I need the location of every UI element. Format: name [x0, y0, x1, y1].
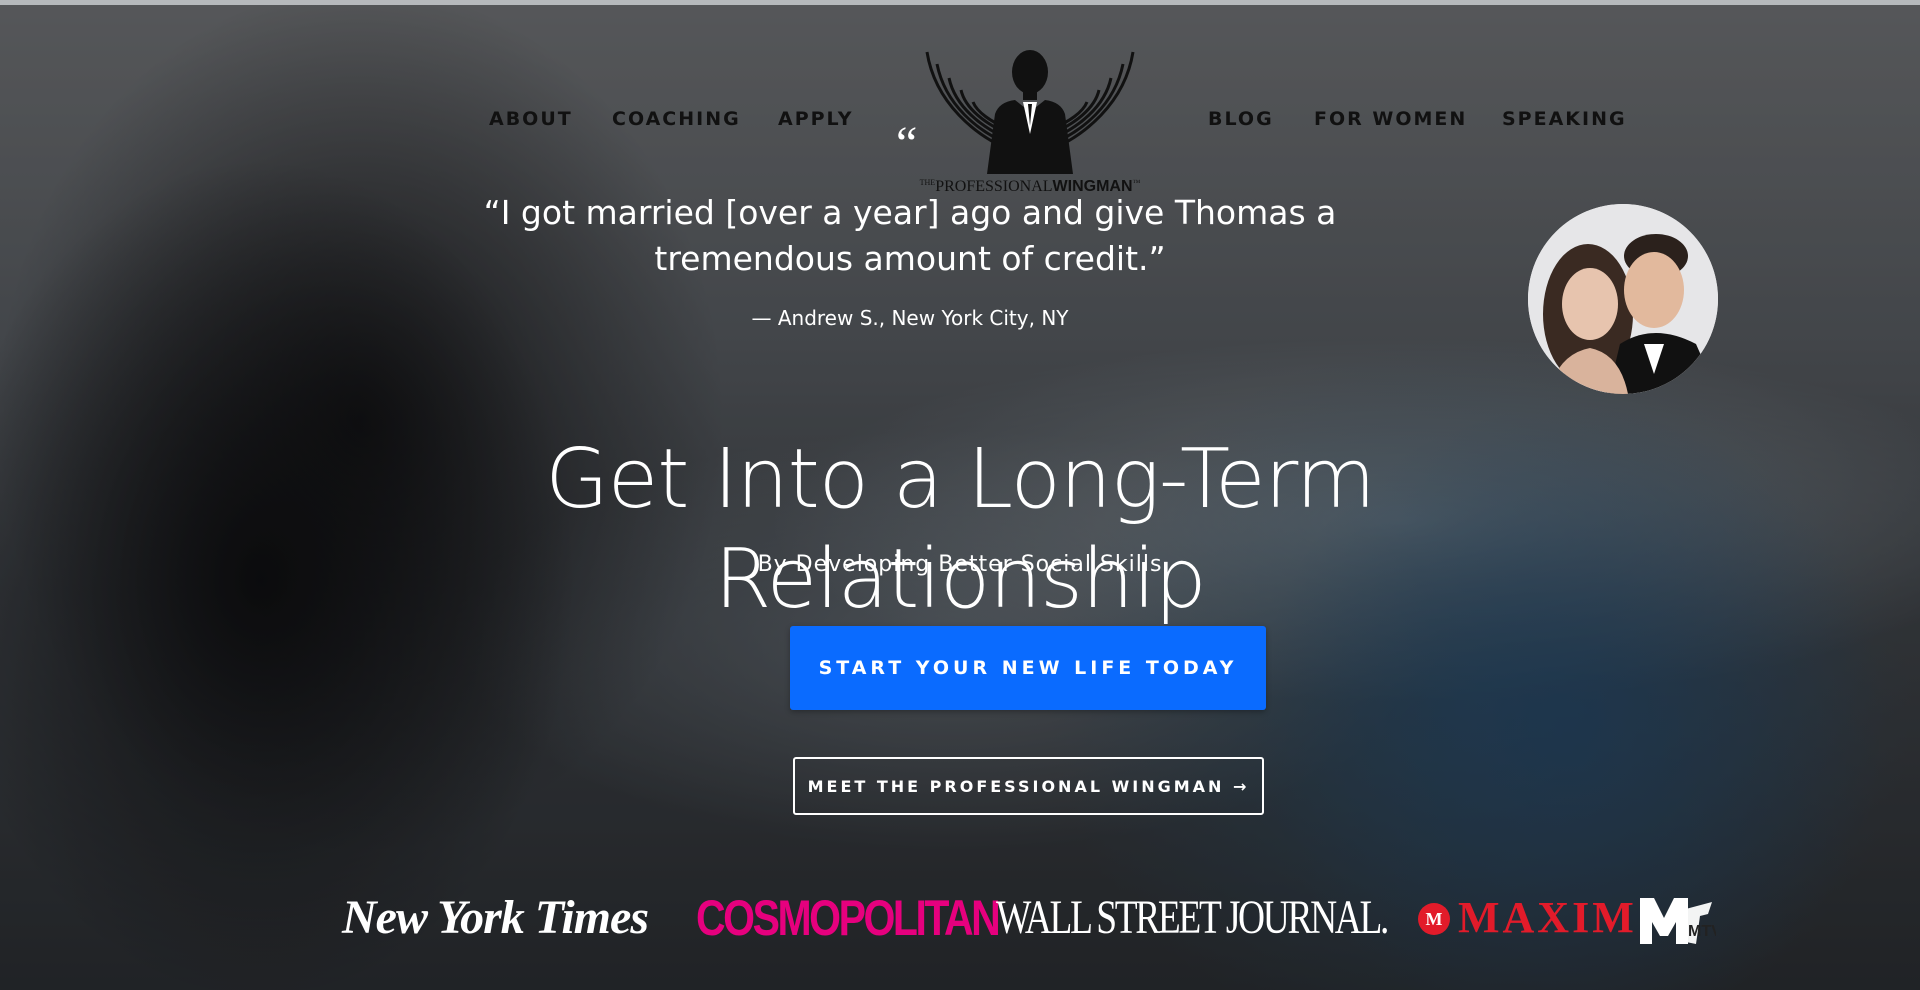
hero-section: ABOUT COACHING APPLY THEPROFESSIONALWING…: [0, 0, 1920, 990]
nav-coaching[interactable]: COACHING: [612, 108, 741, 130]
winged-man-icon: [925, 50, 1135, 174]
press-logo-mtv: MTV: [1638, 892, 1722, 948]
nav-about[interactable]: ABOUT: [489, 108, 573, 130]
hero-subheadline: By Developing Better Social Skills: [757, 552, 1163, 577]
nav-apply[interactable]: APPLY: [778, 108, 853, 130]
press-logo-maxim: MAXIM: [1458, 893, 1637, 942]
testimonial-attribution: — Andrew S., New York City, NY: [751, 306, 1069, 330]
svg-text:MTV: MTV: [1688, 923, 1716, 940]
start-new-life-button[interactable]: START YOUR NEW LIFE TODAY: [790, 626, 1266, 710]
press-logo-wsj: WALL STREET JOURNAL.: [996, 891, 1389, 944]
nav-for-women[interactable]: FOR WOMEN: [1314, 108, 1467, 130]
testimonial-avatar: [1528, 204, 1718, 394]
meet-wingman-button[interactable]: MEET THE PROFESSIONAL WINGMAN →: [793, 757, 1264, 815]
press-logo-cosmopolitan: COSMOPOLITAN: [696, 890, 1001, 946]
nav-speaking[interactable]: SPEAKING: [1502, 108, 1627, 130]
press-logo-maxim-badge: M: [1418, 903, 1450, 935]
press-logo-nyt: New York Times: [342, 891, 649, 944]
site-logo[interactable]: THEPROFESSIONALWINGMAN™: [905, 42, 1155, 202]
hero-headline: Get Into a Long-Term Relationship: [545, 432, 1375, 627]
testimonial-quote: “I got married [over a year] ago and giv…: [483, 193, 1337, 278]
nav-blog[interactable]: BLOG: [1208, 108, 1274, 130]
quote-mark-icon: “: [896, 117, 918, 170]
